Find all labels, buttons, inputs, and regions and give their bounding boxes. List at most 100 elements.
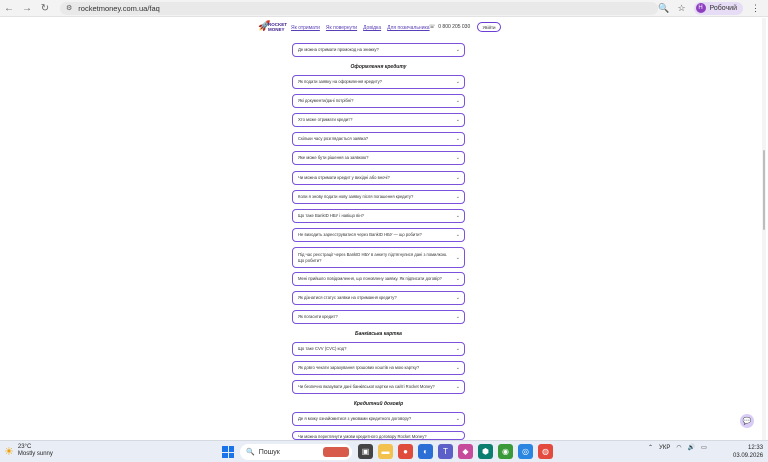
faq-item[interactable]: Чи безпечно вказувати дані банківської к… — [292, 380, 465, 394]
faq-question: Де можна отримати промокод на знижку? — [298, 47, 379, 52]
app-icon[interactable]: ● — [398, 444, 413, 459]
taskbar: ☀ 23°C Mostly sunny 🔍 Пошук ▣ ▬ ● ◐ T ◆ … — [0, 440, 768, 462]
chrome-icon[interactable]: ◍ — [538, 444, 553, 459]
faq-item[interactable]: Які документи/дані потрібні? ⌄ — [292, 94, 465, 108]
chevron-up-icon[interactable]: ⌃ — [648, 444, 653, 451]
chevron-down-icon: ⌄ — [455, 232, 460, 238]
battery-icon[interactable]: ▭ — [701, 444, 707, 451]
faq-question: Не виходить зареєструватися через BankID… — [298, 232, 422, 237]
profile-button[interactable]: Н Робочий — [693, 1, 743, 15]
faq-question: Хто може отримати кредит? — [298, 117, 353, 122]
login-button[interactable]: Увійти — [477, 22, 501, 32]
search-highlight-image — [323, 447, 349, 457]
site-header: 🚀 ROCKET MONEY Як отримати Як повернути … — [0, 18, 768, 38]
app-icon[interactable]: ◎ — [518, 444, 533, 459]
faq-item[interactable]: Коли я знову подати нову заявку після по… — [292, 190, 465, 204]
temperature: 23°C — [17, 444, 32, 450]
section-title-card: Банківська картка — [355, 331, 402, 337]
section-title-contract: Кредитний договір — [353, 401, 404, 407]
chevron-down-icon: ⌄ — [455, 295, 460, 301]
chat-icon[interactable]: 💬 — [740, 414, 754, 428]
faq-item[interactable]: Що таке BankID НБУ і навіщо він? ⌄ — [292, 209, 465, 223]
profile-name: Робочий — [709, 4, 737, 12]
taskbar-apps: ▣ ▬ ● ◐ T ◆ ⬢ ◉ ◎ ◍ — [358, 444, 553, 459]
logo[interactable]: 🚀 ROCKET MONEY — [258, 21, 288, 33]
faq-item[interactable]: Яке може бути рішення за заявкою? ⌄ — [292, 151, 465, 165]
header-nav: Як отримати Як повернути Довідка Для поз… — [291, 25, 430, 31]
reload-icon[interactable]: ↻ — [36, 0, 54, 17]
faq-item[interactable]: Під час реєстрації через BankID НБУ в ан… — [292, 247, 465, 268]
clock[interactable]: 12:33 03.09.2026 — [733, 444, 763, 460]
faq-item[interactable]: Мені прийшло повідомлення, що поновлену … — [292, 272, 465, 286]
faq-question: Як дізнатися статус заявки на отримання … — [298, 295, 397, 300]
app-icon[interactable]: ◉ — [498, 444, 513, 459]
faq-item[interactable]: Як подати заявку на оформлення кредиту? ⌄ — [292, 75, 465, 89]
weather-text: Mostly sunny — [17, 451, 53, 457]
faq-question: Що таке CVV (CVC) код? — [298, 346, 347, 351]
faq-question: Коли я знову подати нову заявку після по… — [298, 194, 414, 199]
phone[interactable]: ☏ 0 800 205 030 — [429, 24, 470, 30]
faq-item-promocode[interactable]: Де можна отримати промокод на знижку? ⌄ — [292, 43, 465, 57]
faq-item[interactable]: Як погасити кредит? ⌄ — [292, 310, 465, 324]
taskbar-search[interactable]: 🔍 Пошук — [240, 444, 352, 460]
chevron-down-icon: ⌄ — [455, 136, 460, 142]
back-icon[interactable]: ← — [0, 0, 18, 17]
scrollbar-thumb[interactable] — [763, 150, 765, 230]
bookmark-star-icon[interactable]: ☆ — [677, 3, 685, 14]
forward-icon[interactable]: → — [18, 0, 36, 17]
faq-question: Як подати заявку на оформлення кредиту? — [298, 79, 383, 84]
nav-link-how-to-get[interactable]: Як отримати — [291, 25, 320, 31]
faq-item[interactable]: Чи можна переглянути умови кредитного до… — [292, 431, 465, 440]
windows-start-icon[interactable] — [222, 446, 234, 458]
menu-dots-icon[interactable]: ⋮ — [751, 3, 760, 14]
faq-item[interactable]: Не виходить зареєструватися через BankID… — [292, 228, 465, 242]
weather-widget[interactable]: ☀ 23°C Mostly sunny — [4, 444, 53, 458]
chevron-down-icon: ⌄ — [455, 47, 460, 53]
faq-item[interactable]: Чи можна отримати кредит у вихідні або в… — [292, 171, 465, 185]
section-title-loan: Оформлення кредиту — [350, 64, 407, 70]
app-icon[interactable]: ◆ — [458, 444, 473, 459]
site-info-icon[interactable]: ⚙ — [66, 4, 72, 12]
faq-question: Під час реєстрації через BankID НБУ в ан… — [298, 251, 448, 263]
faq-item[interactable]: Як довго чекати зарахування грошових кош… — [292, 361, 465, 375]
time: 12:33 — [748, 445, 764, 451]
chevron-down-icon: ⌄ — [455, 213, 460, 219]
wifi-icon[interactable]: ◠ — [676, 444, 681, 451]
chevron-down-icon: ⌄ — [455, 416, 460, 422]
faq-item[interactable]: Скільки часу розглядається заявка? ⌄ — [292, 132, 465, 146]
teams-icon[interactable]: T — [438, 444, 453, 459]
faq-question: Де я можу ознайомитися з умовами кредитн… — [298, 416, 412, 421]
phone-number: 0 800 205 030 — [438, 24, 471, 30]
chevron-down-icon: ⌄ — [455, 346, 460, 352]
language-indicator[interactable]: УКР — [659, 445, 670, 451]
app-icon[interactable]: ⬢ — [478, 444, 493, 459]
faq-item[interactable]: Хто може отримати кредит? ⌄ — [292, 113, 465, 127]
chevron-down-icon: ⌄ — [455, 314, 460, 320]
file-explorer-icon[interactable]: ▬ — [378, 444, 393, 459]
chevron-down-icon: ⌄ — [455, 79, 460, 85]
faq-item[interactable]: Як дізнатися статус заявки на отримання … — [292, 291, 465, 305]
faq-question: Скільки часу розглядається заявка? — [298, 136, 369, 141]
faq-question: Чи безпечно вказувати дані банківської к… — [298, 384, 435, 389]
task-view-icon[interactable]: ▣ — [358, 444, 373, 459]
avatar: Н — [695, 3, 706, 13]
faq-question: Мені прийшло повідомлення, що поновлену … — [298, 276, 442, 281]
nav-link-for-borrower[interactable]: Для позичальника — [387, 25, 429, 31]
nav-link-help[interactable]: Довідка — [363, 25, 381, 31]
chevron-down-icon: ⌄ — [455, 384, 460, 390]
zoom-icon[interactable]: 🔍 — [658, 3, 669, 14]
logo-line2: MONEY — [268, 27, 285, 32]
faq-item[interactable]: Де я можу ознайомитися з умовами кредитн… — [292, 412, 465, 426]
faq-item[interactable]: Що таке CVV (CVC) код? ⌄ — [292, 342, 465, 356]
nav-link-how-to-repay[interactable]: Як повернути — [326, 25, 357, 31]
faq-question: Яке може бути рішення за заявкою? — [298, 155, 369, 160]
edge-icon[interactable]: ◐ — [418, 444, 433, 459]
volume-icon[interactable]: 🔊 — [688, 444, 695, 451]
phone-icon: ☏ — [429, 24, 436, 30]
chevron-down-icon: ⌄ — [455, 276, 460, 282]
faq-question: Які документи/дані потрібні? — [298, 98, 354, 103]
url-text: rocketmoney.com.ua/faq — [78, 3, 160, 13]
chevron-down-icon: ⌄ — [455, 98, 460, 104]
address-bar[interactable]: ⚙ rocketmoney.com.ua/faq — [60, 1, 658, 15]
date: 03.09.2026 — [733, 453, 764, 459]
